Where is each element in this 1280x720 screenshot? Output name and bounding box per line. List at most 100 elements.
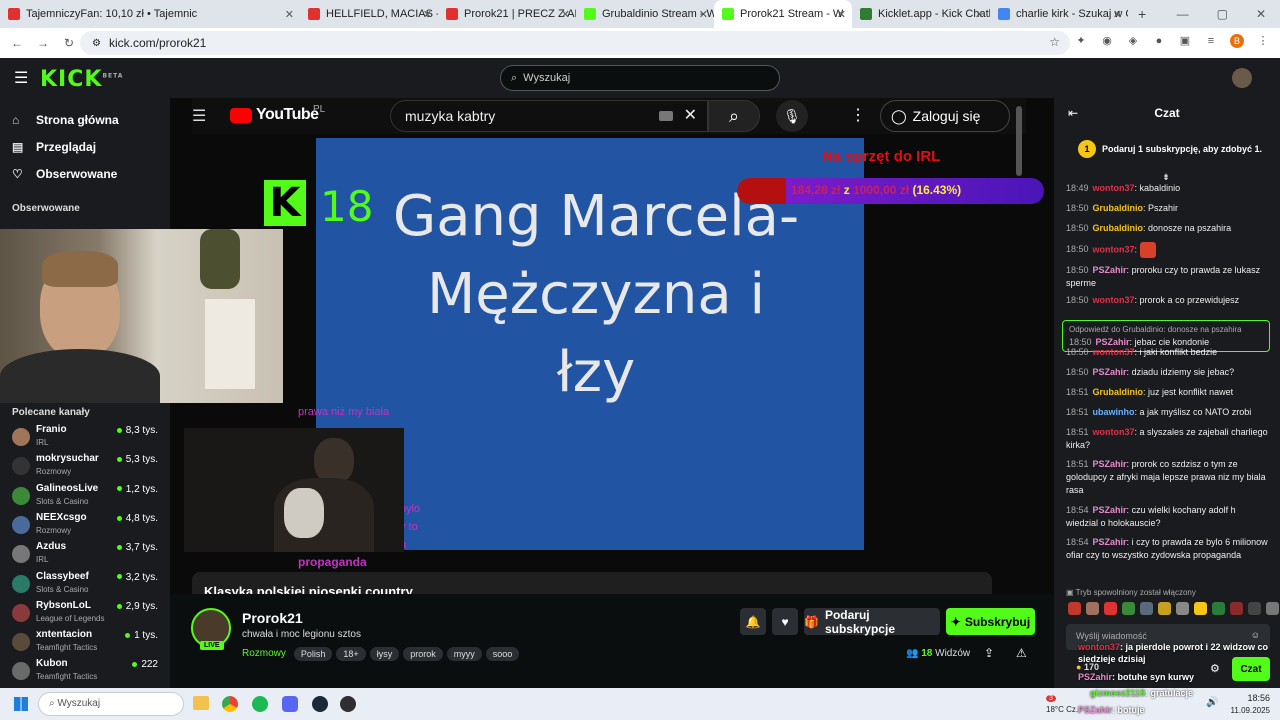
yt-more-icon[interactable]: ⋮ — [850, 105, 866, 125]
yt-login-button[interactable]: ◯ Zaloguj się — [880, 100, 1010, 132]
emote-icon[interactable] — [1158, 602, 1171, 615]
chat-message[interactable]: 18:51 Grubaldinio: juz jest konflikt nawe… — [1066, 386, 1270, 399]
emote-icon[interactable] — [1266, 602, 1279, 615]
forward-icon[interactable]: → — [30, 36, 56, 50]
kick-logo[interactable]: KICKBETA — [40, 67, 123, 92]
scroll-indicator[interactable]: ⇟ — [1158, 172, 1174, 183]
gift-subs-button[interactable]: 🎁 Podaruj subskrypcje — [804, 608, 940, 636]
stream-tag[interactable]: myyy — [446, 647, 482, 661]
extension-icon[interactable]: ✦ — [1074, 34, 1088, 48]
browser-tab[interactable]: Prorok21 Stream - W ✕ — [714, 0, 852, 28]
stream-tag[interactable]: Polish — [293, 647, 333, 661]
chat-username[interactable]: Grubaldinio — [1093, 203, 1144, 213]
yt-search-field[interactable]: muzyka kabtry ✕ — [390, 100, 708, 132]
close-tab-icon[interactable]: ✕ — [837, 8, 846, 21]
stream-tag[interactable]: 18+ — [336, 647, 366, 661]
chat-username[interactable]: wonton37 — [1093, 183, 1135, 193]
chat-message[interactable]: 18:50 Grubaldinio: donosze na pszahira — [1066, 222, 1270, 235]
emote-icon[interactable] — [1194, 602, 1207, 615]
chat-username[interactable]: PSZahir — [1093, 265, 1127, 275]
windows-start-icon[interactable] — [14, 697, 28, 711]
url-field[interactable]: ⚙ kick.com/prorok21 ☆ — [80, 31, 1070, 55]
browser-tab[interactable]: charlie kirk - Szukaj w Go ✕ — [990, 0, 1128, 28]
gift-banner[interactable]: 1 Podaruj 1 subskrypcję, aby zdobyć 1. — [1078, 140, 1262, 158]
yt-menu-icon[interactable]: ☰ — [192, 106, 206, 126]
chat-username[interactable]: PSZahir — [1093, 505, 1127, 515]
chat-message[interactable]: 18:54 PSZahir: i czy to prawda ze bylo 6 … — [1066, 536, 1270, 562]
extension-icon[interactable]: ◉ — [1100, 34, 1114, 48]
minimize-icon[interactable]: — — [1177, 7, 1189, 21]
emote-icon[interactable] — [1068, 602, 1081, 615]
extension-icon[interactable]: ● — [1152, 34, 1166, 48]
browser-tab[interactable]: Kicklet.app - Kick Chatbo ✕ — [852, 0, 990, 28]
spotify-icon[interactable] — [252, 696, 268, 712]
hamburger-menu-icon[interactable]: ☰ — [14, 68, 28, 88]
search-input[interactable]: ⌕ Wyszukaj — [500, 65, 780, 91]
emote-icon[interactable] — [1104, 602, 1117, 615]
chat-message[interactable]: 18:50 Grubaldinio: Pszahir — [1066, 202, 1270, 215]
scrollbar[interactable] — [1016, 106, 1022, 176]
recommended-channel[interactable]: Kubon Teamfight Tactics 222 — [0, 656, 170, 685]
close-tab-icon[interactable]: ✕ — [423, 8, 432, 21]
emote-icon[interactable] — [1122, 602, 1135, 615]
volume-icon[interactable]: 🔊 — [1206, 697, 1218, 708]
obs-icon[interactable] — [340, 696, 356, 712]
recommended-channel[interactable]: Azdus IRL 3,7 tys. — [0, 539, 170, 568]
chat-username[interactable]: wonton37 — [1093, 427, 1135, 437]
chat-username[interactable]: Grubaldinio — [1093, 387, 1144, 397]
share-icon[interactable]: ⇪ — [984, 646, 994, 660]
emote-icon[interactable] — [1086, 602, 1099, 615]
emote-icon[interactable] — [1212, 602, 1225, 615]
bookmark-star-icon[interactable]: ☆ — [1049, 35, 1060, 49]
category-link[interactable]: Rozmowy — [242, 648, 286, 659]
chat-message[interactable]: 18:50 wonton37: prorok a co przewidujesz — [1066, 294, 1270, 307]
follow-heart-button[interactable]: ♥ — [772, 608, 798, 635]
clear-icon[interactable]: ✕ — [684, 105, 697, 125]
new-tab-button[interactable]: + — [1128, 6, 1156, 22]
subscribe-button[interactable]: ✦ Subskrybuj — [946, 608, 1035, 635]
reload-icon[interactable]: ↻ — [56, 36, 82, 50]
chat-message[interactable]: 18:51 PSZahir: prorok co szdzisz o tym ze… — [1066, 458, 1270, 497]
browser-tab[interactable]: HELLFIELD, MACIAS - Fen✕ — [300, 0, 438, 28]
emote-icon[interactable] — [1248, 602, 1261, 615]
notifications-button[interactable]: 🔔 — [740, 608, 766, 635]
puzzle-icon[interactable]: ▣ — [1178, 34, 1192, 48]
chat-username[interactable]: wonton37 — [1093, 295, 1135, 305]
stream-tag[interactable]: prorok — [403, 647, 443, 661]
chat-message[interactable]: 18:50 PSZahir: proroku czy to prawda ze l… — [1066, 264, 1270, 290]
mic-icon[interactable]: 🎙 — [776, 100, 808, 132]
recommended-channel[interactable]: xntentacion Teamfight Tactics 1 tys. — [0, 627, 170, 656]
chat-username[interactable]: Grubaldinio — [1093, 223, 1144, 233]
streamer-name[interactable]: Prorok21 — [242, 610, 303, 626]
chat-message[interactable]: 18:51 ubawinho: a jak myślisz co NATO zro… — [1066, 406, 1270, 419]
sidebar-nav-item[interactable]: ⌂ Strona główna — [0, 106, 170, 133]
emote-icon[interactable] — [1230, 602, 1243, 615]
chat-username[interactable]: PSZahir — [1093, 537, 1127, 547]
chat-username[interactable]: ubawinho — [1093, 407, 1135, 417]
chat-username[interactable]: wonton37 — [1093, 244, 1135, 254]
extension-icon[interactable]: ◈ — [1126, 34, 1140, 48]
browser-tab[interactable]: Prorok21 | PRECZ Z ABST✕ — [438, 0, 576, 28]
close-tab-icon[interactable]: ✕ — [1113, 8, 1122, 21]
close-tab-icon[interactable]: ✕ — [699, 8, 708, 21]
chat-username[interactable]: PSZahir — [1093, 459, 1127, 469]
yt-search-button[interactable]: ⌕ — [708, 100, 760, 132]
chat-message[interactable]: 18:50 wonton37: — [1066, 242, 1270, 258]
close-tab-icon[interactable]: ✕ — [285, 8, 294, 21]
recommended-channel[interactable]: mokrysuchar Rozmowy 5,3 tys. — [0, 451, 170, 480]
stream-tag[interactable]: sooo — [485, 647, 520, 661]
chat-username[interactable]: PSZahir — [1093, 367, 1127, 377]
chat-message[interactable]: 18:50 PSZahir: dziadu idziemy sie jebac? — [1066, 366, 1270, 379]
recommended-channel[interactable]: NEEXcsgo Rozmowy 4,8 tys. — [0, 510, 170, 539]
recommended-channel[interactable]: Franio IRL 8,3 tys. — [0, 422, 170, 451]
chat-message[interactable]: 18:54 PSZahir: czu wielki kochany adolf h… — [1066, 504, 1270, 530]
chat-message[interactable]: 18:49 wonton37: kabaldinio — [1066, 182, 1270, 195]
weather-widget[interactable]: 3 18°C Cz. — [1046, 692, 1078, 715]
chat-message[interactable]: 18:50 wonton37: i jaki konflikt bedzie — [1066, 346, 1270, 359]
chat-message[interactable]: 18:51 wonton37: a slyszales ze zajebali c… — [1066, 426, 1270, 452]
user-avatar[interactable] — [1232, 68, 1252, 88]
back-icon[interactable]: ← — [4, 36, 30, 50]
chat-username[interactable]: wonton37 — [1093, 347, 1135, 357]
keyboard-icon[interactable] — [659, 111, 673, 121]
sidebar-nav-item[interactable]: ▤ Przeglądaj — [0, 133, 170, 160]
